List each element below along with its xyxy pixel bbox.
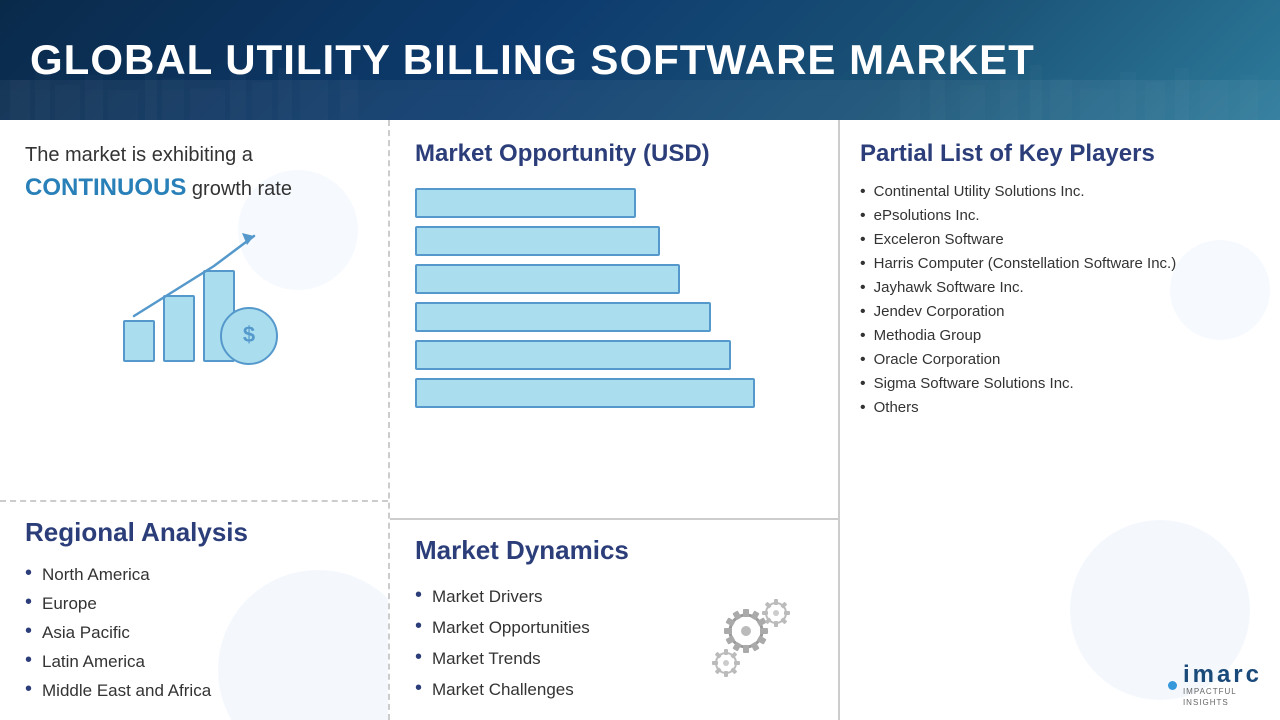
growth-chart-icon: $ — [25, 216, 363, 376]
player-item: Sigma Software Solutions Inc. — [860, 372, 1260, 396]
regional-analysis-list: North AmericaEuropeAsia PacificLatin Ame… — [25, 560, 363, 705]
chart-bar-row — [415, 340, 813, 370]
chart-bar-row — [415, 188, 813, 218]
chart-bar — [415, 302, 711, 332]
player-item: Oracle Corporation — [860, 348, 1260, 372]
region-item: Latin America — [25, 647, 363, 676]
key-players-title: Partial List of Key Players — [860, 140, 1260, 168]
player-item: Continental Utility Solutions Inc. — [860, 180, 1260, 204]
imarc-logo: imarc IMPACTFUL INSIGHTS — [1168, 663, 1262, 708]
dynamics-item: •Market Drivers — [415, 581, 693, 612]
chart-bar — [415, 264, 680, 294]
growth-text: The market is exhibiting a CONTINUOUS gr… — [25, 140, 363, 206]
chart-bar — [415, 378, 755, 408]
growth-text-after: growth rate — [192, 178, 292, 200]
imarc-name: imarc — [1183, 663, 1262, 687]
dynamics-item: •Market Trends — [415, 643, 693, 674]
gear-icon — [703, 581, 813, 705]
page-title: GLOBAL UTILITY BILLING SOFTWARE MARKET — [30, 36, 1035, 84]
player-item: ePsolutions Inc. — [860, 204, 1260, 228]
market-dynamics-content: •Market Drivers•Market Opportunities•Mar… — [415, 581, 813, 705]
growth-highlight: CONTINUOUS — [25, 174, 186, 201]
market-opportunity-title: Market Opportunity (USD) — [415, 140, 813, 168]
chart-bar-row — [415, 378, 813, 408]
gears-illustration — [708, 593, 808, 693]
dynamics-item: •Market Opportunities — [415, 612, 693, 643]
growth-text-before: The market is exhibiting a — [25, 144, 253, 166]
chart-bar-row — [415, 226, 813, 256]
dynamics-list: •Market Drivers•Market Opportunities•Mar… — [415, 581, 693, 705]
region-item: Middle East and Africa — [25, 676, 363, 705]
header: GLOBAL UTILITY BILLING SOFTWARE MARKET — [0, 0, 1280, 120]
chart-bar — [415, 226, 660, 256]
player-item: Others — [860, 396, 1260, 420]
imarc-dot — [1168, 681, 1177, 690]
dynamics-item: •Market Challenges — [415, 674, 693, 705]
chart-illustration: $ — [104, 221, 284, 371]
region-item: Asia Pacific — [25, 618, 363, 647]
bar-chart — [415, 183, 813, 421]
region-item: North America — [25, 560, 363, 589]
chart-bar — [415, 188, 636, 218]
chart-bar — [415, 340, 731, 370]
market-dynamics-title: Market Dynamics — [415, 535, 813, 566]
region-item: Europe — [25, 589, 363, 618]
chart-bar-row — [415, 302, 813, 332]
svg-text:$: $ — [243, 322, 255, 347]
chart-bar-row — [415, 264, 813, 294]
regional-analysis-title: Regional Analysis — [25, 517, 363, 548]
imarc-subtitle: IMPACTFUL INSIGHTS — [1183, 687, 1262, 708]
